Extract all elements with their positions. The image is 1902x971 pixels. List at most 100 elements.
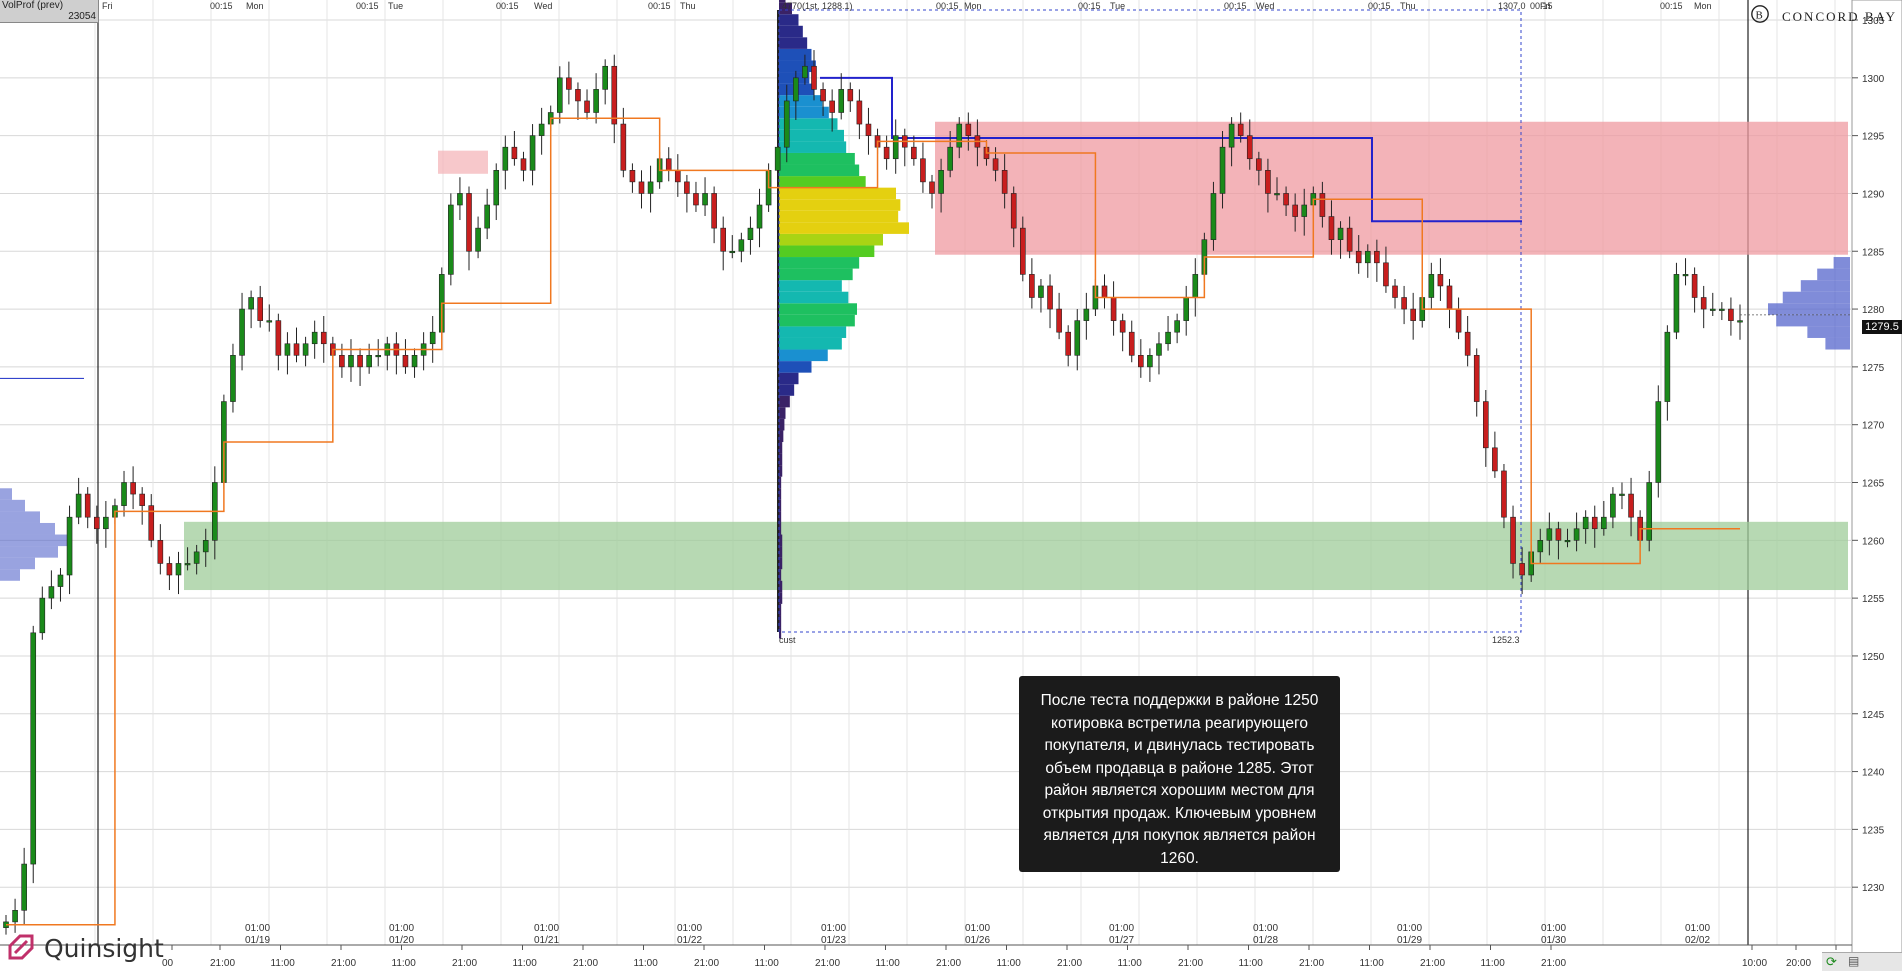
candle-body — [1219, 146, 1226, 194]
candle-body — [820, 89, 826, 102]
volume-profile-bar — [779, 291, 849, 304]
volume-profile-bar — [779, 25, 803, 38]
candle-body — [1101, 285, 1108, 298]
candle-body — [802, 65, 808, 79]
candle-body — [1056, 308, 1062, 333]
left-volume-profile-bar — [0, 499, 25, 512]
date-label-time: 01:00 — [1253, 923, 1278, 934]
candle-body — [402, 355, 409, 368]
candle-body — [1410, 308, 1416, 321]
left-volume-profile-bar — [0, 488, 12, 500]
candle-body — [538, 123, 545, 136]
y-tick-label: 1230 — [1862, 883, 1885, 894]
candle-body — [911, 146, 917, 160]
y-tick-label: 1295 — [1862, 132, 1885, 143]
x-tick-label: 21:00 — [1178, 958, 1203, 969]
y-tick-label: 1260 — [1862, 536, 1885, 547]
x-tick-label: 11:00 — [271, 958, 296, 969]
profile-low-label: 1252.3 — [1492, 635, 1520, 645]
candle-body — [774, 146, 781, 171]
price-chart[interactable]: 1230 1235 1240 1245 1250 1255 1260 1265 1270 1275… — [0, 0, 1902, 970]
volume-profile-bar — [779, 152, 855, 165]
candle-body — [75, 493, 82, 518]
date-label-time: 01:00 — [1397, 923, 1422, 934]
volume-profile-bar — [779, 326, 847, 338]
x-tick-label: 21:00 — [1299, 958, 1324, 969]
candle-body — [647, 181, 654, 194]
candle-body — [1464, 331, 1471, 356]
candle-body — [1192, 274, 1199, 298]
refresh-icon[interactable]: ⟳ — [1826, 954, 1841, 969]
candle-body — [1019, 227, 1026, 275]
left-volume-profile-bar — [0, 511, 40, 523]
date-label-date: 01/23 — [821, 935, 846, 946]
candle-body — [1328, 216, 1335, 240]
top-axis-label: Mon — [1694, 1, 1712, 11]
date-label-time: 01:00 — [821, 923, 846, 934]
candle-body — [30, 632, 37, 865]
volume-profile-bar — [779, 210, 899, 223]
candle-body — [357, 355, 363, 368]
candle-body — [375, 355, 382, 358]
candle-body — [103, 516, 109, 530]
left-volume-profile-bar — [0, 557, 35, 570]
top-axis-label: Tue — [388, 1, 403, 11]
candle-body — [257, 297, 263, 321]
candle-body — [1519, 563, 1525, 576]
indicator-name: VolProf (prev) — [2, 0, 64, 11]
candle-body — [629, 170, 636, 183]
candle-body — [829, 100, 835, 113]
candle-body — [847, 89, 854, 102]
candle-body — [1455, 308, 1462, 333]
volume-profile-bar — [779, 187, 896, 200]
indicator-box[interactable]: VolProf (prev) 23054 — [0, 0, 99, 23]
candle-body — [856, 100, 863, 125]
candle-body — [1628, 493, 1634, 518]
left-volume-profile-bar — [0, 534, 70, 547]
candle-body — [1010, 193, 1017, 229]
candle-body — [202, 540, 209, 553]
volume-profile-bar — [779, 384, 795, 396]
y-tick-label: 1255 — [1862, 594, 1885, 605]
candle-body — [266, 320, 273, 323]
date-label-date: 01/28 — [1253, 935, 1278, 946]
candle-body — [348, 355, 354, 368]
left-volume-profile-bar — [0, 569, 20, 581]
candle-body — [1292, 204, 1298, 217]
candle-body — [1228, 123, 1235, 148]
top-axis-label: 00:15 — [496, 1, 519, 11]
date-label-date: 01/30 — [1541, 935, 1566, 946]
candle-body — [1582, 516, 1589, 530]
top-axis-label: Thu — [680, 1, 696, 11]
candle-body — [339, 355, 345, 368]
candle-body — [248, 297, 254, 310]
x-tick-label: 21:00 — [1057, 958, 1082, 969]
candle-body — [1337, 227, 1344, 240]
candle-body — [1437, 274, 1444, 287]
candle-body — [475, 227, 481, 252]
candle-body — [1700, 297, 1707, 310]
x-tick-label: 11:00 — [1360, 958, 1385, 969]
candle-body — [702, 193, 708, 206]
candle-body — [611, 65, 618, 125]
candle-body — [575, 89, 581, 102]
volume-profile-bar — [779, 176, 866, 188]
y-tick-label: 1235 — [1862, 825, 1885, 836]
candle-body — [883, 146, 890, 160]
quinsight-logo-icon — [8, 934, 34, 960]
chart-canvas[interactable]: 1230 1235 1240 1245 1250 1255 1260 1265 1270 1275… — [0, 0, 1902, 970]
candle-body — [284, 343, 291, 356]
split-view-icon[interactable]: ▤ — [1848, 954, 1863, 969]
date-label-time: 01:00 — [1541, 923, 1566, 934]
x-tick-label: 11:00 — [755, 958, 780, 969]
candle-body — [320, 331, 327, 345]
candle-body — [1691, 274, 1698, 298]
x-tick-label: 21:00 — [1420, 958, 1445, 969]
candle-body — [429, 331, 436, 345]
candle-body — [738, 239, 745, 252]
x-tick-label: 21:00 — [452, 958, 477, 969]
volume-profile-bar — [779, 257, 860, 269]
candle-body — [1401, 297, 1407, 310]
y-tick-label: 1240 — [1862, 768, 1885, 779]
candle-body — [1728, 308, 1734, 321]
